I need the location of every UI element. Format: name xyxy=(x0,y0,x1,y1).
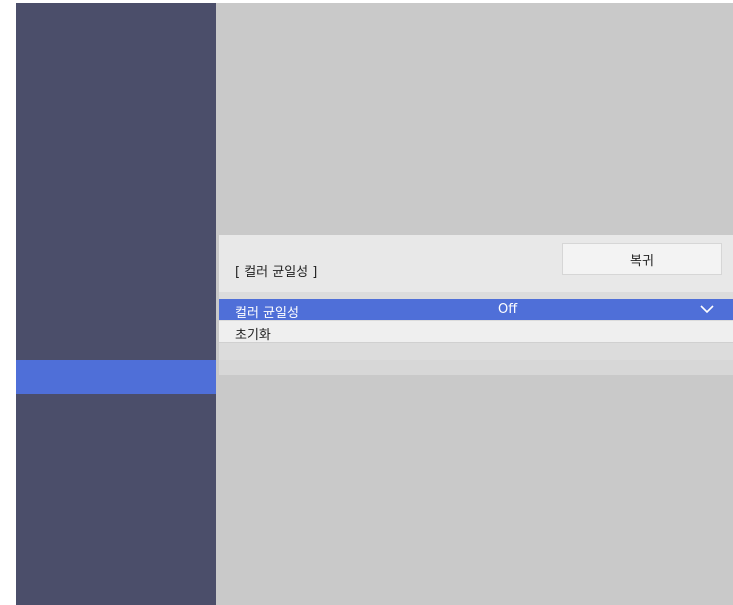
menu-item-color-uniformity[interactable]: 컬러 균일성 Off xyxy=(219,299,733,321)
sidebar-item-selected[interactable] xyxy=(16,360,216,394)
panel-footer xyxy=(219,360,733,375)
chevron-down-icon[interactable] xyxy=(699,303,715,315)
menu-item-label: 초기화 xyxy=(235,328,271,343)
panel-header: [ 컬러 균일성 ] 복귀 xyxy=(219,235,733,292)
menu-item-value: Off xyxy=(498,302,518,317)
menu-item-label: 컬러 균일성 xyxy=(235,306,299,321)
projector-menu-screen: [ 컬러 균일성 ] 복귀 컬러 균일성 Off 초기화 xyxy=(16,3,733,605)
color-uniformity-panel: [ 컬러 균일성 ] 복귀 컬러 균일성 Off 초기화 xyxy=(219,235,733,375)
panel-title: [ 컬러 균일성 ] xyxy=(235,265,318,280)
reset-button[interactable]: 복귀 xyxy=(562,243,722,275)
sidebar xyxy=(16,3,216,605)
menu-item-reset[interactable]: 초기화 xyxy=(219,321,733,343)
